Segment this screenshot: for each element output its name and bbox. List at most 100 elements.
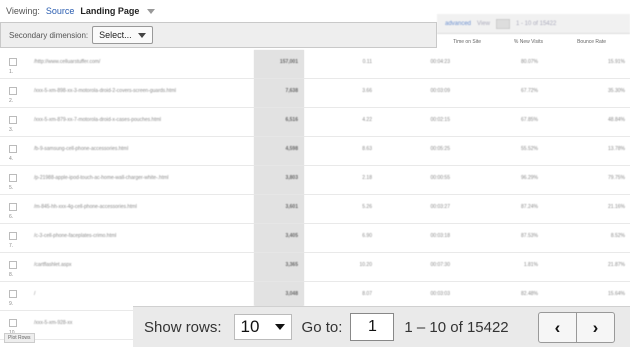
row-checkbox[interactable] <box>9 87 17 95</box>
row-checkbox[interactable] <box>9 290 17 298</box>
new-visits-cell: 87.24% <box>521 204 538 210</box>
row-range-text: 1 – 10 of 15422 <box>404 318 509 336</box>
row-checkbox[interactable] <box>9 116 17 124</box>
row-number: 9. <box>9 301 14 307</box>
landing-page-tab[interactable]: Landing Page <box>80 6 139 16</box>
pages-per-visit-cell: 2.18 <box>362 175 372 181</box>
row-checkbox[interactable] <box>9 174 17 182</box>
view-toggle-button[interactable] <box>495 18 510 29</box>
row-number: 7. <box>9 243 14 249</box>
previous-page-button[interactable]: ‹ <box>539 313 576 342</box>
col-header-time-on-site[interactable]: Time on Site <box>437 39 487 45</box>
landing-page-link[interactable]: /b-9-samsung-cell-phone-accessories.html <box>34 146 244 152</box>
pageviews-cell: 6,516 <box>254 108 304 136</box>
chevron-right-icon: › <box>592 317 599 337</box>
bounce-rate-cell: 35.30% <box>608 88 625 94</box>
pageviews-cell: 157,001 <box>254 50 304 78</box>
landing-page-link[interactable]: /c-3-cell-phone-faceplates-crimo.html <box>34 233 244 239</box>
secondary-dimension-bar: Secondary dimension: Select... <box>0 22 437 48</box>
bounce-rate-cell: 13.78% <box>608 146 625 152</box>
pageviews-cell: 3,405 <box>254 224 304 252</box>
plot-rows-button[interactable]: Plot Rows <box>4 333 35 343</box>
landing-page-link[interactable]: /http://www.celluarstuffer.com/ <box>34 59 244 65</box>
viewing-bar: Viewing: Source Landing Page <box>0 0 440 22</box>
table-toolbar: advanced View 1 - 10 of 15422 <box>437 14 630 34</box>
row-checkbox[interactable] <box>9 261 17 269</box>
time-on-site-cell: 00:03:03 <box>430 291 450 297</box>
bounce-rate-cell: 79.75% <box>608 175 625 181</box>
time-on-site-cell: 00:04:23 <box>430 59 450 65</box>
chevron-down-icon[interactable] <box>147 8 156 14</box>
row-number: 3. <box>9 127 14 133</box>
landing-page-link[interactable]: / <box>34 291 244 297</box>
pageviews-cell: 3,365 <box>254 253 304 281</box>
new-visits-cell: 55.52% <box>521 146 538 152</box>
table-row: 5. /p-21988-apple-ipod-touch-ac-home-wall… <box>0 166 630 195</box>
time-on-site-cell: 00:03:27 <box>430 204 450 210</box>
pagination-bar: Show rows: 10 Go to: 1 1 – 10 of 15422 ‹… <box>133 306 630 347</box>
small-range-text: 1 - 10 of 15422 <box>515 20 557 27</box>
chevron-left-icon: ‹ <box>554 317 561 337</box>
new-visits-cell: 67.85% <box>521 117 538 123</box>
chevron-down-icon <box>137 32 146 38</box>
pages-per-visit-cell: 8.07 <box>362 291 372 297</box>
row-checkbox[interactable] <box>9 58 17 66</box>
pages-per-visit-cell: 8.63 <box>362 146 372 152</box>
row-number: 8. <box>9 272 14 278</box>
goto-label: Go to: <box>301 318 343 336</box>
landing-page-link[interactable]: /xxx-5-xm-898-xx-3-motorola-droid-2-cove… <box>34 88 244 94</box>
advanced-filter-link[interactable]: advanced <box>445 21 471 27</box>
row-number: 1. <box>9 69 14 75</box>
row-number: 5. <box>9 185 14 191</box>
pageviews-cell: 4,598 <box>254 137 304 165</box>
viewing-label: Viewing: <box>6 6 40 16</box>
table-row: 8. /cartflashlet.aspx 3,365 10.20 00:07:30 1.… <box>0 253 630 282</box>
time-on-site-cell: 00:05:25 <box>430 146 450 152</box>
pages-per-visit-cell: 0.11 <box>362 59 372 65</box>
bounce-rate-cell: 8.52% <box>610 233 625 239</box>
row-checkbox[interactable] <box>9 232 17 240</box>
pageviews-cell: 7,638 <box>254 79 304 107</box>
row-number: 6. <box>9 214 14 220</box>
new-visits-cell: 96.29% <box>521 175 538 181</box>
show-rows-label: Show rows: <box>144 318 222 336</box>
next-page-button[interactable]: › <box>576 313 614 342</box>
chevron-down-icon <box>274 324 285 330</box>
table-row: 3. /xxx-5-xm-879-xx-7-motorola-droid-x-ca… <box>0 108 630 137</box>
rows-per-page-value: 10 <box>240 317 260 336</box>
pageviews-cell: 3,803 <box>254 166 304 194</box>
source-link[interactable]: Source <box>46 6 75 16</box>
rows-per-page-select[interactable]: 10 <box>233 314 292 340</box>
landing-page-link[interactable]: /xxx-5-xm-879-xx-7-motorola-droid-x-case… <box>34 117 244 123</box>
new-visits-cell: 1.81% <box>523 262 538 268</box>
time-on-site-cell: 00:03:18 <box>430 233 450 239</box>
pages-per-visit-cell: 3.66 <box>362 88 372 94</box>
pages-per-visit-cell: 4.22 <box>362 117 372 123</box>
table-row: 2. /xxx-5-xm-898-xx-3-motorola-droid-2-co… <box>0 79 630 108</box>
time-on-site-cell: 00:00:55 <box>430 175 450 181</box>
bounce-rate-cell: 21.16% <box>608 204 625 210</box>
col-header-bounce-rate[interactable]: Bounce Rate <box>549 39 612 45</box>
landing-page-link[interactable]: /p-21988-apple-ipod-touch-ac-home-wall-c… <box>34 175 244 181</box>
row-number: 2. <box>9 98 14 104</box>
new-visits-cell: 80.07% <box>521 59 538 65</box>
new-visits-cell: 87.53% <box>521 233 538 239</box>
landing-page-link[interactable]: /m-845-hh-xxx-4g-cell-phone-accessories.… <box>34 204 244 210</box>
row-checkbox[interactable] <box>9 145 17 153</box>
row-checkbox[interactable] <box>9 203 17 211</box>
time-on-site-cell: 00:02:15 <box>430 117 450 123</box>
pages-per-visit-cell: 6.90 <box>362 233 372 239</box>
bounce-rate-cell: 48.84% <box>608 117 625 123</box>
table-row: 7. /c-3-cell-phone-faceplates-crimo.html 3… <box>0 224 630 253</box>
new-visits-cell: 82.48% <box>521 291 538 297</box>
secondary-dimension-select[interactable]: Select... <box>92 26 153 44</box>
table-row: 4. /b-9-samsung-cell-phone-accessories.ht… <box>0 137 630 166</box>
pageviews-cell: 3,601 <box>254 195 304 223</box>
goto-page-input[interactable]: 1 <box>350 313 395 341</box>
bounce-rate-cell: 15.91% <box>608 59 625 65</box>
row-checkbox[interactable] <box>9 319 17 327</box>
page-nav-group: ‹ › <box>538 312 615 343</box>
landing-page-link[interactable]: /cartflashlet.aspx <box>34 262 244 268</box>
col-header-new-visits[interactable]: % New Visits <box>487 39 549 45</box>
pages-per-visit-cell: 10.20 <box>359 262 372 268</box>
